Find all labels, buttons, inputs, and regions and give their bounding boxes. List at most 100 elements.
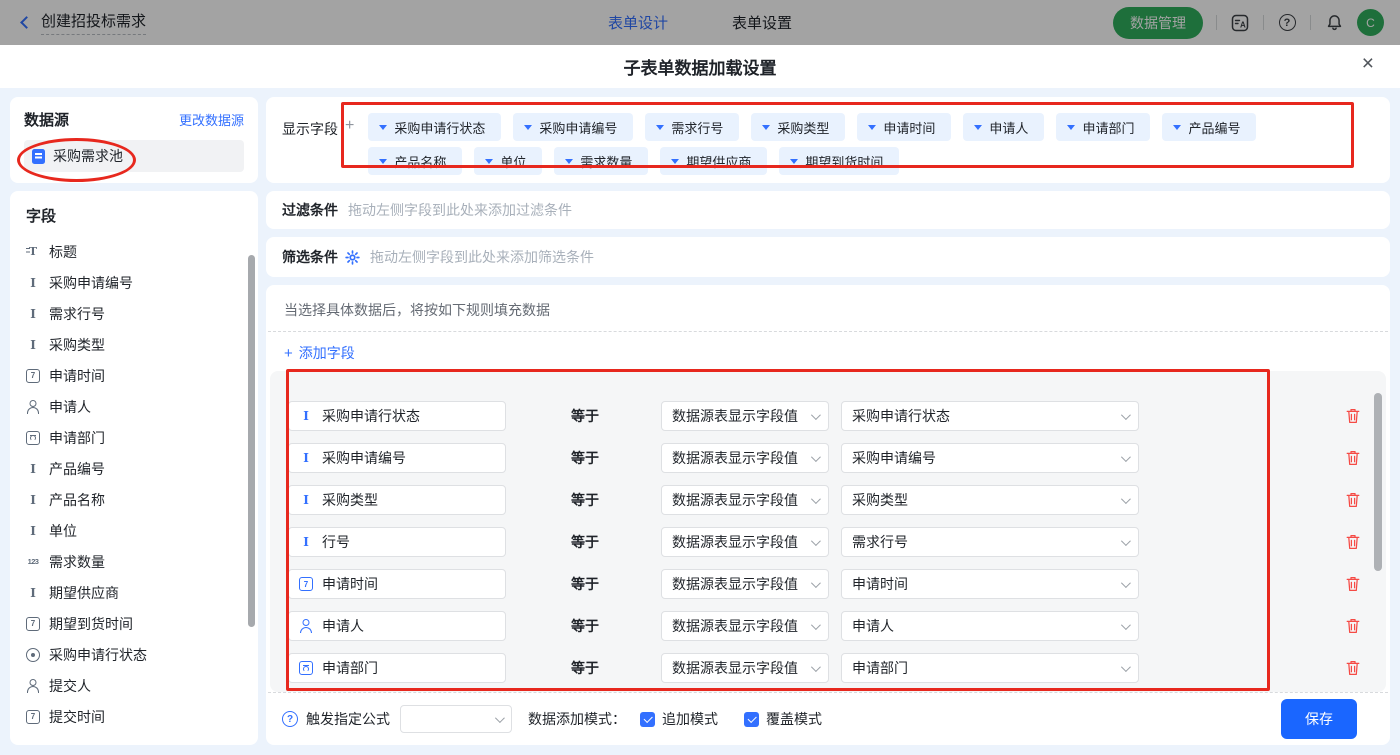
- title-icon: [26, 245, 40, 259]
- trash-icon[interactable]: [1346, 450, 1360, 466]
- field-list-item[interactable]: 申请时间: [10, 360, 258, 391]
- chevron-down-icon: [1067, 125, 1075, 130]
- display-field-chip[interactable]: 单位: [474, 147, 542, 175]
- rule-source-select[interactable]: 数据源表显示字段值: [661, 527, 829, 557]
- display-field-chip[interactable]: 期望供应商: [660, 147, 767, 175]
- rule-target-field[interactable]: 申请人: [288, 611, 506, 641]
- rule-source-select[interactable]: 数据源表显示字段值: [661, 485, 829, 515]
- tab-form-design[interactable]: 表单设计: [608, 12, 668, 33]
- rule-target-select[interactable]: 申请部门: [841, 653, 1139, 683]
- help-circle-icon[interactable]: ?: [282, 711, 298, 727]
- field-list-item[interactable]: 需求数量: [10, 546, 258, 577]
- rule-target-select[interactable]: 需求行号: [841, 527, 1139, 557]
- trigger-formula-label: 触发指定公式: [306, 709, 390, 729]
- field-list-item[interactable]: 采购申请行状态: [10, 639, 258, 670]
- add-display-field-icon[interactable]: +: [345, 118, 354, 134]
- rule-source-select[interactable]: 数据源表显示字段值: [661, 443, 829, 473]
- display-field-chip[interactable]: 期望到货时间: [779, 147, 899, 175]
- trash-icon[interactable]: [1346, 576, 1360, 592]
- sidebar-scrollbar[interactable]: [248, 255, 255, 627]
- rule-target-field[interactable]: 采购申请行状态: [288, 401, 506, 431]
- field-list-item[interactable]: 采购申请编号: [10, 267, 258, 298]
- data-manage-button[interactable]: 数据管理: [1113, 7, 1203, 39]
- gear-icon[interactable]: [345, 250, 360, 265]
- trash-icon[interactable]: [1346, 492, 1360, 508]
- field-list-item[interactable]: 采购类型: [10, 329, 258, 360]
- rule-target-field[interactable]: 采购类型: [288, 485, 506, 515]
- rule-source-select[interactable]: 数据源表显示字段值: [661, 611, 829, 641]
- fill-rules-card: 当选择具体数据后，将按如下规则填充数据 + 添加字段: [266, 285, 1390, 745]
- text-icon: [299, 493, 313, 507]
- field-label: 采购申请编号: [49, 273, 133, 293]
- chevron-down-icon: [1121, 536, 1131, 546]
- datasource-selected-item[interactable]: 采购需求池: [24, 140, 244, 172]
- trash-icon[interactable]: [1346, 534, 1360, 550]
- rule-source-select[interactable]: 数据源表显示字段值: [661, 653, 829, 683]
- filter-condition-dropzone[interactable]: 拖动左侧字段到此处来添加过滤条件: [348, 200, 1374, 220]
- field-list-item[interactable]: 标题: [10, 236, 258, 267]
- rule-target-value: 申请时间: [852, 574, 1121, 594]
- help-icon[interactable]: ?: [1277, 13, 1297, 33]
- chevron-down-icon: [811, 410, 821, 420]
- field-label: 产品编号: [49, 459, 105, 479]
- sift-condition-dropzone[interactable]: 拖动左侧字段到此处来添加筛选条件: [370, 247, 1374, 267]
- chip-label: 需求数量: [580, 152, 632, 171]
- checkbox-checked-icon[interactable]: [744, 712, 759, 727]
- display-field-chip[interactable]: 申请时间: [857, 113, 951, 141]
- rule-target-select[interactable]: 采购类型: [841, 485, 1139, 515]
- rule-target-select[interactable]: 采购申请行状态: [841, 401, 1139, 431]
- user-avatar[interactable]: C: [1357, 9, 1384, 36]
- rule-target-field[interactable]: 采购申请编号: [288, 443, 506, 473]
- display-field-chip[interactable]: 采购申请编号: [513, 113, 633, 141]
- mode-checkbox-option[interactable]: 追加模式: [640, 709, 718, 729]
- back-chevron-icon[interactable]: [20, 16, 33, 29]
- trash-icon[interactable]: [1346, 618, 1360, 634]
- rule-target-select[interactable]: 采购申请编号: [841, 443, 1139, 473]
- rule-source-select[interactable]: 数据源表显示字段值: [661, 569, 829, 599]
- display-field-chip[interactable]: 采购类型: [751, 113, 845, 141]
- field-list-item[interactable]: 申请人: [10, 391, 258, 422]
- trigger-formula-select[interactable]: [400, 705, 512, 733]
- field-list-item[interactable]: 提交人: [10, 670, 258, 701]
- field-list-item[interactable]: 申请部门: [10, 422, 258, 453]
- translate-icon[interactable]: A: [1230, 13, 1250, 33]
- field-list-item[interactable]: 期望供应商: [10, 577, 258, 608]
- field-list-item[interactable]: 产品名称: [10, 484, 258, 515]
- rule-target-select[interactable]: 申请人: [841, 611, 1139, 641]
- display-field-chip[interactable]: 需求行号: [645, 113, 739, 141]
- rule-target-select[interactable]: 申请时间: [841, 569, 1139, 599]
- chevron-down-icon: [811, 494, 821, 504]
- divider: [1310, 15, 1311, 30]
- field-list-item[interactable]: 产品编号: [10, 453, 258, 484]
- display-field-chip[interactable]: 采购申请行状态: [368, 113, 501, 141]
- field-list-item[interactable]: 期望到货时间: [10, 608, 258, 639]
- field-list-item[interactable]: 单位: [10, 515, 258, 546]
- tab-form-settings[interactable]: 表单设置: [732, 12, 792, 33]
- close-icon[interactable]: ×: [1362, 53, 1374, 74]
- display-field-chip[interactable]: 申请人: [963, 113, 1044, 141]
- trash-icon[interactable]: [1346, 660, 1360, 676]
- trash-icon[interactable]: [1346, 408, 1360, 424]
- notification-bell-icon[interactable]: [1324, 13, 1344, 33]
- display-field-chip[interactable]: 需求数量: [554, 147, 648, 175]
- rule-target-field[interactable]: 行号: [288, 527, 506, 557]
- rule-target-value: 申请部门: [852, 658, 1121, 678]
- display-field-chip[interactable]: 产品编号: [1162, 113, 1256, 141]
- change-datasource-link[interactable]: 更改数据源: [179, 110, 244, 129]
- add-rule-field-button[interactable]: + 添加字段: [266, 332, 373, 371]
- mode-checkbox-option[interactable]: 覆盖模式: [744, 709, 822, 729]
- display-field-chip[interactable]: 申请部门: [1056, 113, 1150, 141]
- calendar-icon: [26, 710, 40, 724]
- rule-source-select[interactable]: 数据源表显示字段值: [661, 401, 829, 431]
- display-field-chip[interactable]: 产品名称: [368, 147, 462, 175]
- rules-scrollbar[interactable]: [1374, 393, 1382, 571]
- field-list-item[interactable]: 需求行号: [10, 298, 258, 329]
- save-button[interactable]: 保存: [1281, 699, 1357, 739]
- checkbox-checked-icon[interactable]: [640, 712, 655, 727]
- rule-target-field[interactable]: 申请时间: [288, 569, 506, 599]
- field-list-item[interactable]: 提交时间: [10, 701, 258, 732]
- rule-target-value: 采购类型: [852, 490, 1121, 510]
- rule-field-label: 采购申请编号: [322, 448, 406, 468]
- rule-target-field[interactable]: 申请部门: [288, 653, 506, 683]
- back-nav[interactable]: 创建招投标需求: [16, 10, 146, 35]
